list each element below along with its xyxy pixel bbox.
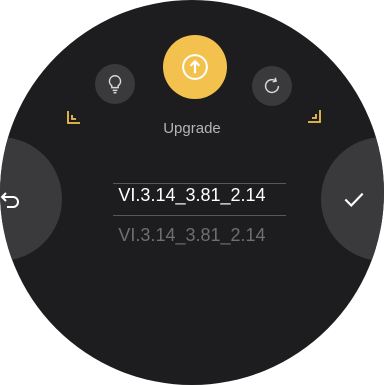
picker-divider-bottom (113, 215, 286, 216)
rotate-icon (264, 77, 280, 94)
picker-divider-top (113, 183, 286, 184)
lightbulb-icon (108, 75, 122, 94)
rotate-mode-button[interactable] (252, 66, 292, 106)
upgrade-icon (182, 54, 208, 80)
mode-label: Upgrade (163, 120, 221, 137)
version-option[interactable]: VI.3.14_3.81_2.14 (0, 225, 384, 246)
light-mode-button[interactable] (95, 64, 135, 104)
upgrade-mode-button[interactable] (163, 35, 227, 99)
watch-screen: Upgrade VI.3.14_3.81_2.14 VI.3.14_3.81_2… (0, 0, 384, 385)
version-selected[interactable]: VI.3.14_3.81_2.14 (0, 185, 384, 206)
